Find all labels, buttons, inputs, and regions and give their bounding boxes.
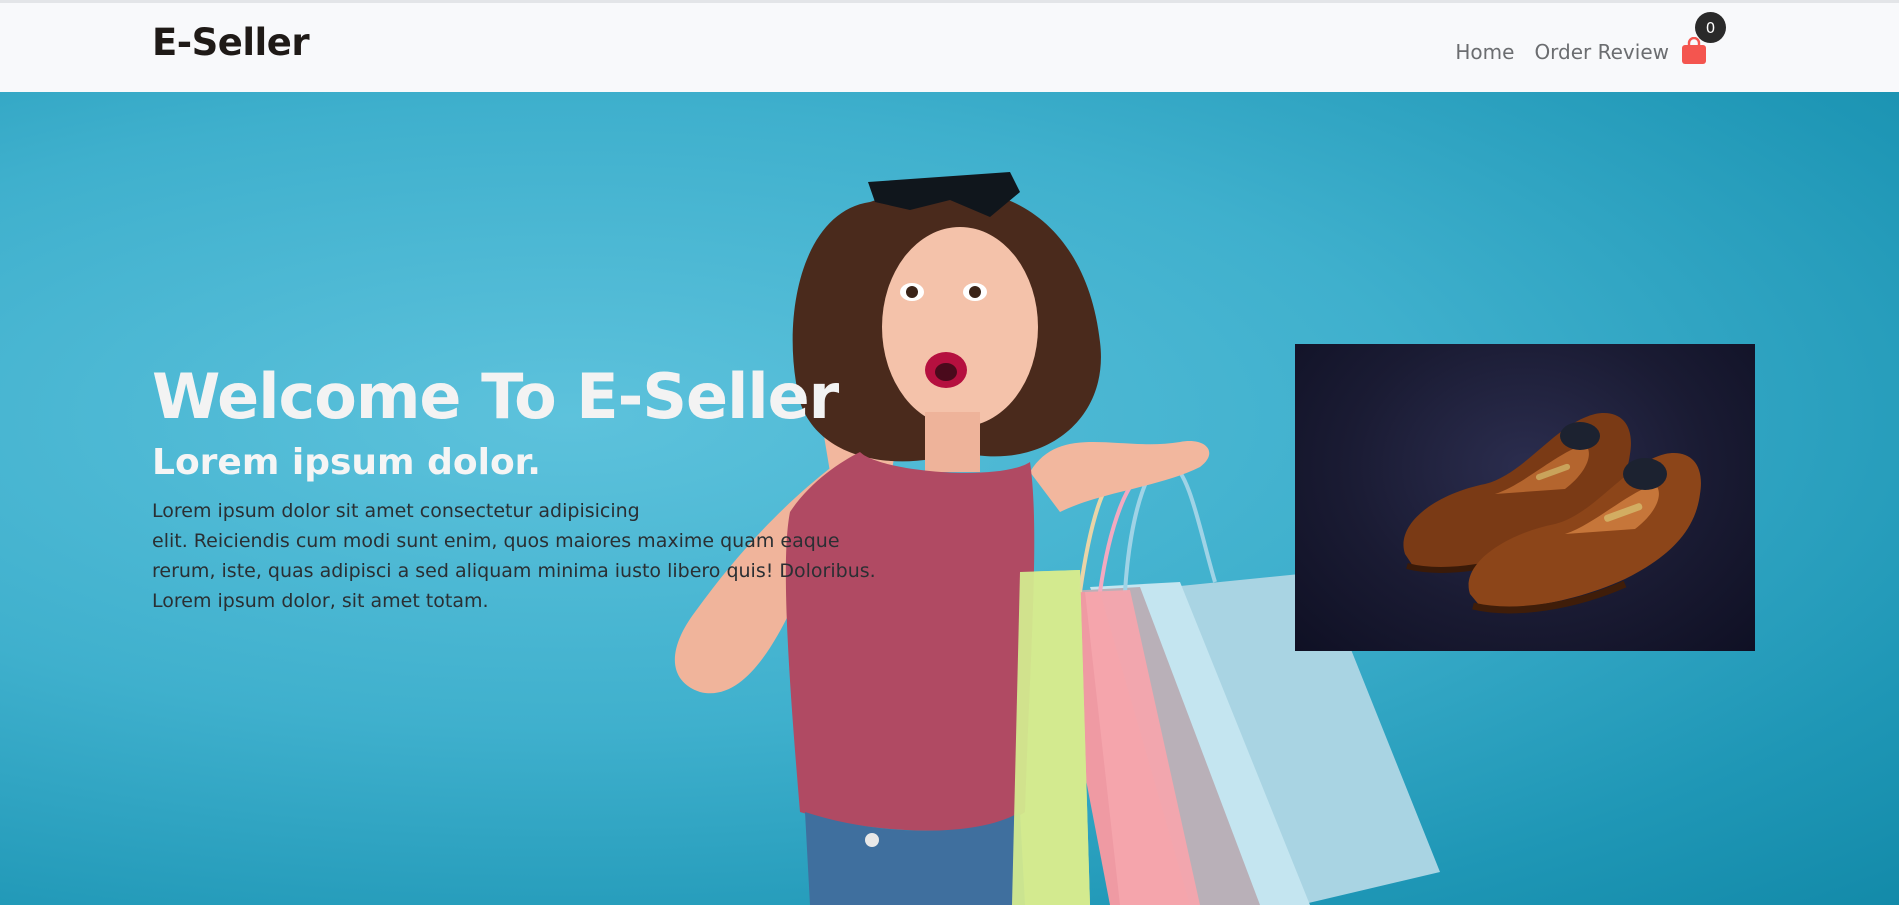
hero-banner: Welcome To E-Seller Lorem ipsum dolor. L… — [0, 92, 1899, 905]
featured-product-image[interactable] — [1295, 344, 1755, 651]
cart-count-badge: 0 — [1695, 12, 1726, 43]
hero-description-line: Lorem ipsum dolor, sit amet totam. — [152, 590, 489, 612]
navbar: E-Seller Home Order Review 0 — [0, 0, 1899, 92]
cart-button[interactable]: 0 — [1679, 12, 1726, 67]
hero-description-line: elit. Reiciendis cum modi sunt enim, quo… — [152, 530, 840, 552]
hero-title: Welcome To E-Seller — [152, 360, 839, 433]
hero-description-line: rerum, iste, quas adipisci a sed aliquam… — [152, 560, 876, 582]
loafer-shoes-image — [1403, 413, 1701, 614]
nav-links: Home Order Review 0 — [1435, 12, 1726, 67]
hero-description-line: Lorem ipsum dolor sit amet consectetur a… — [152, 500, 640, 522]
nav-home-link[interactable]: Home — [1455, 40, 1514, 64]
hero-subtitle: Lorem ipsum dolor. — [152, 442, 541, 483]
nav-order-review-link[interactable]: Order Review — [1534, 40, 1669, 64]
brand-logo[interactable]: E-Seller — [152, 21, 310, 64]
hero-description: Lorem ipsum dolor sit amet consectetur a… — [152, 496, 876, 616]
